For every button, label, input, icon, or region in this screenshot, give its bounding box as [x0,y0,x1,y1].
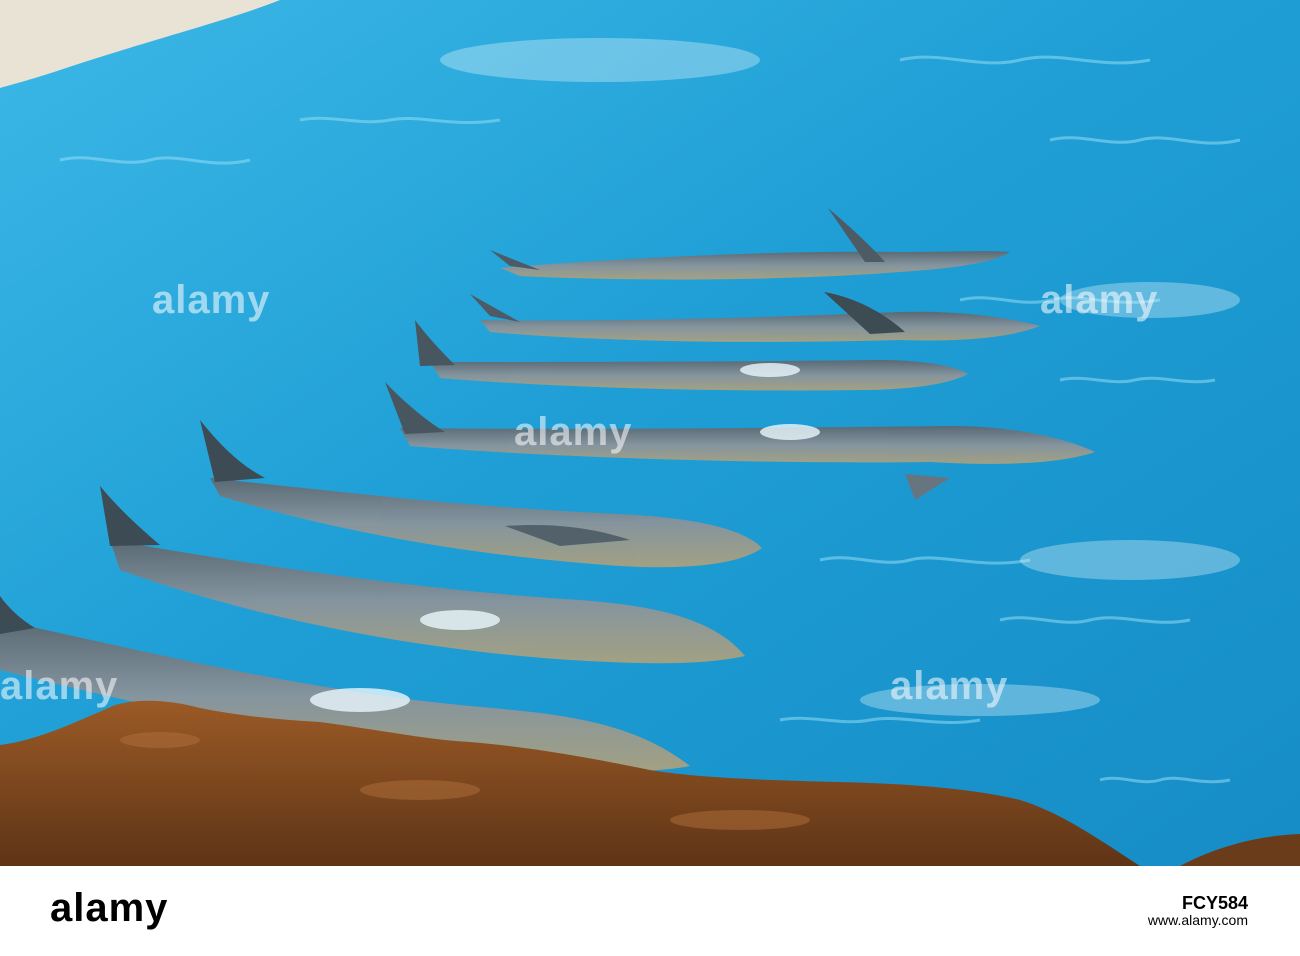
site-url[interactable]: www.alamy.com [1148,912,1248,929]
brand-logo: alamy [50,886,169,930]
image-meta: FCY584 www.alamy.com [1148,893,1248,929]
footer-strip: alamy FCY584 www.alamy.com [0,866,1300,956]
dolphin-photo: alamy alamy alamy alamy alamy [0,0,1300,866]
image-id: FCY584 [1181,893,1248,913]
